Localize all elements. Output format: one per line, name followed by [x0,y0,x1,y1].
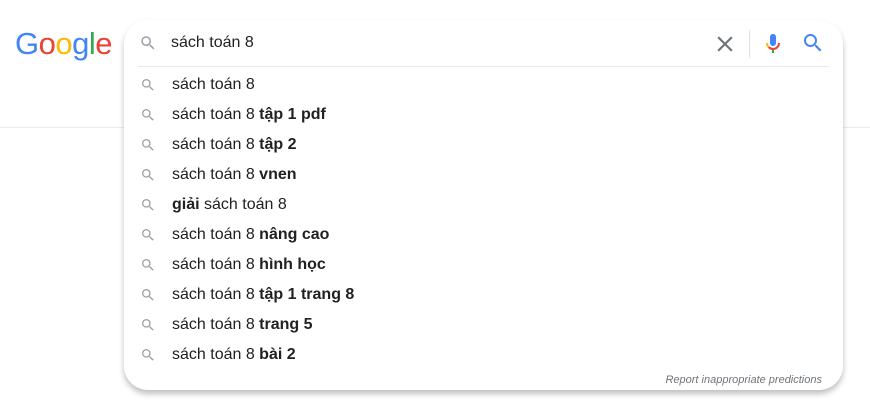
suggestion-text: sách toán 8 tập 1 trang 8 [172,280,354,310]
search-icon [142,79,154,91]
suggestion-item[interactable]: sách toán 8 vnen [124,160,843,190]
report-predictions-link[interactable]: Report inappropriate predictions [665,374,822,386]
logo-letter: o [38,26,56,61]
search-icon [142,139,154,151]
suggestion-completion: hình học [259,256,326,273]
suggestion-text: sách toán 8 hình học [172,250,326,280]
suggestion-prefix: sách toán 8 [172,76,255,93]
suggestion-item[interactable]: sách toán 8 nâng cao [124,220,843,250]
suggestion-text: sách toán 8 vnen [172,160,297,190]
suggestion-prefix: sách toán 8 [172,226,260,243]
search-suggestion-box: sách toán 8sách toán 8 tập 1 pdfsách toá… [124,20,843,390]
suggestion-prefix: sách toán 8 [172,346,260,363]
search-submit-icon[interactable] [801,31,825,55]
suggestion-completion: tập 2 [259,136,297,153]
suggestion-completion: nâng cao [259,226,330,243]
suggestion-completion: vnen [259,166,297,183]
suggestion-prefix: sách toán 8 [172,256,260,273]
search-icon [142,109,154,121]
suggestion-text: sách toán 8 nâng cao [172,220,329,250]
search-bar [124,20,843,66]
logo-letter: G [15,26,39,61]
suggestion-prefix: sách toán 8 [172,286,260,303]
suggestion-item[interactable]: sách toán 8 [124,70,843,100]
suggestion-completion: trang 5 [259,316,313,333]
suggestion-completion: giải [172,196,200,213]
search-page: Google sách toán 8sách toán 8 tập 1 pdfs… [0,0,870,406]
suggestion-prefix: sách toán 8 [172,316,260,333]
search-icon [142,319,154,331]
suggestion-prefix: sách toán 8 [172,106,260,123]
suggestions-divider [138,66,829,67]
suggestion-item[interactable]: giải sách toán 8 [124,190,843,220]
logo-letter: e [95,26,113,61]
search-icon [142,229,154,241]
google-logo[interactable]: Google [15,25,113,63]
suggestion-item[interactable]: sách toán 8 tập 2 [124,130,843,160]
close-icon[interactable] [712,31,738,57]
suggestion-item[interactable]: sách toán 8 trang 5 [124,310,843,340]
suggestion-completion: bài 2 [259,346,296,363]
search-icon [142,349,154,361]
suggestion-item[interactable]: sách toán 8 tập 1 trang 8 [124,280,843,310]
logo-letter: g [72,26,89,61]
suggestion-item[interactable]: sách toán 8 bài 2 [124,340,843,370]
suggestion-list: sách toán 8 sách toán 8 tập 1 pdf sách toá… [124,70,843,370]
microphone-icon[interactable] [761,31,785,55]
suggestion-completion: tập 1 trang 8 [259,286,355,303]
suggestion-text: sách toán 8 bài 2 [172,340,296,370]
suggestion-suffix: sách toán 8 [199,196,287,213]
suggestion-item[interactable]: sách toán 8 tập 1 pdf [124,100,843,130]
search-input[interactable] [171,32,671,54]
suggestion-text: sách toán 8 tập 2 [172,130,297,160]
toolbar-separator [749,30,750,58]
search-icon [142,259,154,271]
search-icon [141,36,155,50]
suggestion-text: giải sách toán 8 [172,190,287,220]
suggestion-text: sách toán 8 tập 1 pdf [172,100,326,130]
suggestion-text: sách toán 8 trang 5 [172,310,313,340]
logo-letter: o [55,26,73,61]
suggestion-prefix: sách toán 8 [172,166,260,183]
search-icon [142,289,154,301]
suggestion-text: sách toán 8 [172,70,255,100]
suggestion-item[interactable]: sách toán 8 hình học [124,250,843,280]
suggestion-prefix: sách toán 8 [172,136,260,153]
search-icon [142,169,154,181]
search-icon [142,199,154,211]
suggestion-completion: tập 1 pdf [259,106,326,123]
